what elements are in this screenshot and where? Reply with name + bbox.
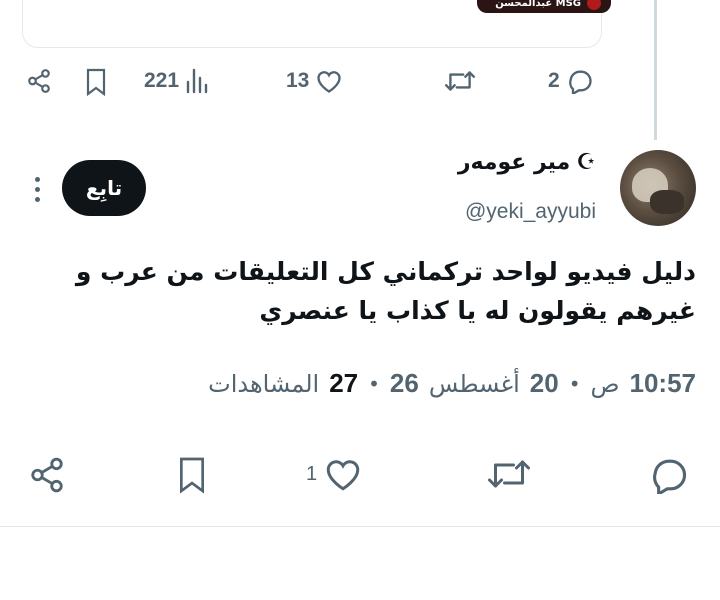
reply-button[interactable]: 2 — [548, 68, 594, 94]
quoted-media-thumbnail[interactable]: عبدالمحسن MSG — [477, 0, 611, 13]
tweet-actions: 1 — [0, 446, 720, 502]
like-button[interactable]: 1 — [306, 456, 363, 492]
likes-count: 13 — [286, 69, 310, 92]
replies-count: 2 — [548, 69, 560, 92]
tweet-text: دليل فيديو لواحد تركماني كل التعليقات من… — [75, 257, 696, 325]
views-label: المشاهدات — [208, 369, 320, 398]
share-icon — [31, 457, 63, 493]
retweet-icon — [488, 460, 530, 488]
bookmark-icon — [86, 68, 106, 96]
reply-icon — [653, 459, 687, 494]
author-handle[interactable]: @yeki_ayyubi — [465, 200, 596, 224]
author-name-text: مير عومەر — [457, 150, 571, 175]
tweet-year: 26 — [389, 368, 419, 398]
like-button[interactable]: 13 — [286, 68, 343, 94]
thumbnail-label: عبدالمحسن MSG — [495, 0, 581, 9]
follow-button[interactable]: تابِع — [62, 160, 146, 216]
meta-separator: • — [568, 371, 581, 396]
share-button[interactable] — [28, 456, 66, 494]
thumbnail-avatar — [587, 0, 601, 10]
bookmark-button[interactable] — [84, 68, 108, 96]
views-icon — [186, 68, 208, 94]
views-button[interactable]: 221 — [144, 68, 209, 94]
reply-icon — [568, 70, 592, 94]
heart-icon — [326, 460, 360, 491]
retweet-button[interactable] — [486, 456, 532, 492]
author-avatar[interactable] — [620, 150, 696, 226]
tweet-ampm: ص — [590, 369, 620, 398]
crescent-star-icon: ☪ — [576, 150, 596, 175]
views-number[interactable]: 27 — [329, 368, 358, 399]
bookmark-button[interactable] — [176, 456, 208, 494]
meta-separator: • — [368, 371, 380, 396]
share-button[interactable] — [26, 68, 52, 94]
tweet-day[interactable]: 20 — [530, 368, 559, 399]
tweet-time[interactable]: 10:57 — [630, 368, 697, 399]
share-icon — [28, 69, 50, 93]
retweet-icon — [444, 71, 476, 91]
more-options-icon[interactable] — [30, 174, 44, 204]
tweet-month: أغسطس — [428, 369, 520, 398]
reply-button[interactable] — [648, 456, 690, 494]
tweet-meta: 10:57 ص • 20 أغسطس 26 • 27 المشاهدات — [208, 368, 696, 399]
views-count: 221 — [144, 69, 180, 92]
bookmark-icon — [180, 457, 204, 494]
tweet-divider — [0, 526, 720, 527]
previous-tweet-actions: 221 13 2 — [0, 60, 720, 110]
likes-count: 1 — [306, 462, 318, 485]
heart-icon — [317, 71, 342, 93]
quoted-tweet-card[interactable]: عبدالمحسن MSG — [22, 0, 611, 48]
retweet-button[interactable] — [444, 68, 476, 94]
author-display-name[interactable]: ☪ مير عومەر — [458, 150, 596, 175]
